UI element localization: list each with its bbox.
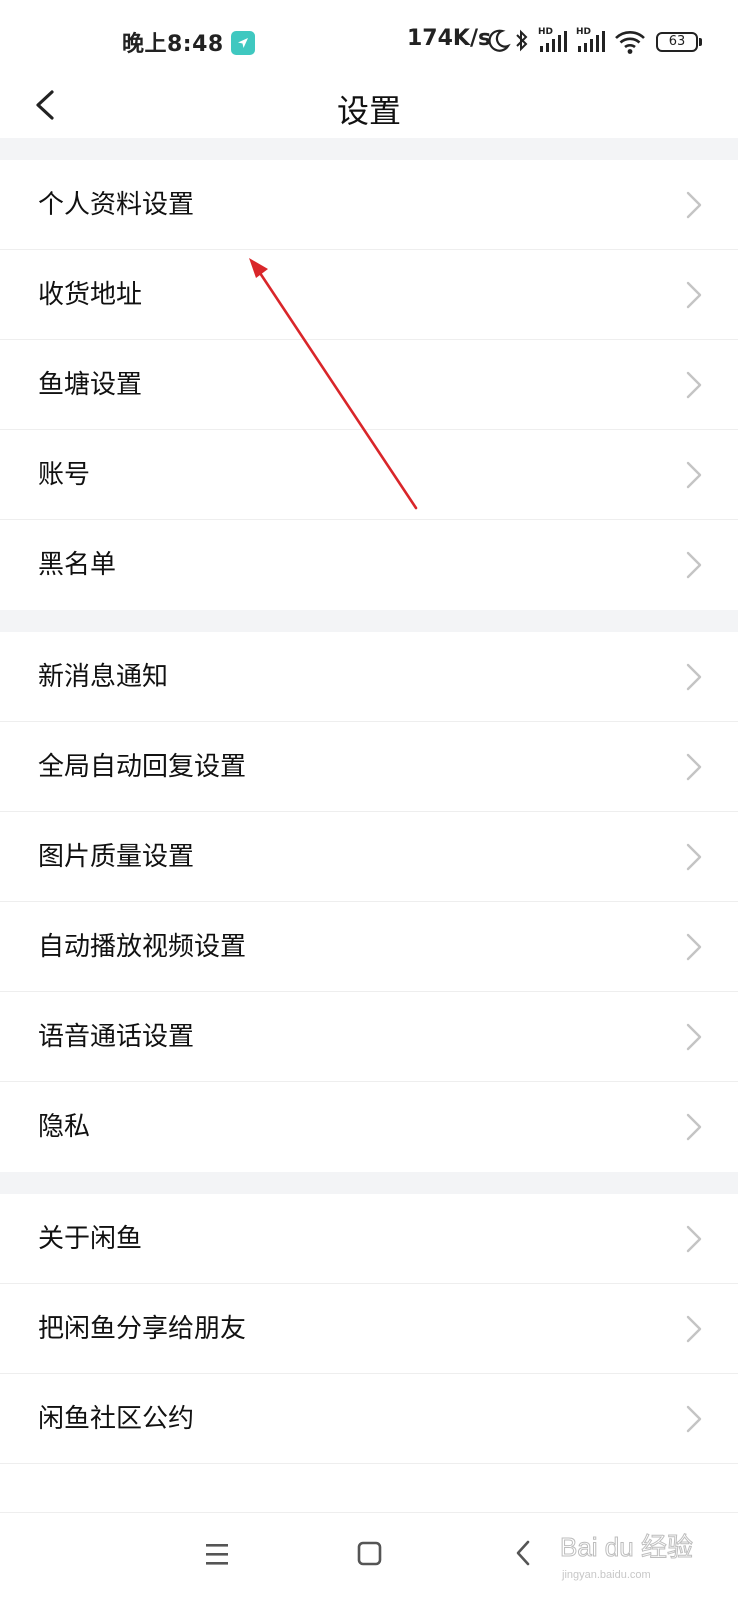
settings-item-label: 黑名单: [38, 550, 117, 580]
settings-item-label: 隐私: [38, 1112, 91, 1142]
chevron-right-icon: [686, 191, 702, 219]
page-title: 设置: [336, 92, 401, 130]
settings-item-account[interactable]: 账号: [0, 430, 738, 520]
settings-item-label: 收货地址: [38, 280, 143, 310]
chevron-left-icon: [36, 90, 54, 120]
settings-item-label: 图片质量设置: [38, 842, 195, 872]
chevron-right-icon: [686, 1113, 702, 1141]
chevron-right-icon: [686, 933, 702, 961]
status-bar: 晚上8:48 174K/s HD HD 63: [0, 0, 738, 84]
chevron-right-icon: [686, 1023, 702, 1051]
bluetooth-icon: [514, 28, 530, 58]
settings-list: 个人资料设置 收货地址 鱼塘设置 账号 黑名单 新消息通知 全局自动回复设置 图…: [0, 138, 738, 1464]
baidu-jingyan-watermark: Bai du 经验 jingyan.baidu.com: [560, 1532, 693, 1582]
settings-item-share[interactable]: 把闲鱼分享给朋友: [0, 1284, 738, 1374]
menu-icon: [206, 1544, 228, 1565]
signal-icon: [576, 30, 606, 58]
settings-item-label: 自动播放视频设置: [38, 932, 247, 962]
section-divider: [0, 138, 738, 160]
settings-screen: 晚上8:48 174K/s HD HD 63 设置 个人资料设置 收货地址 鱼塘…: [0, 0, 738, 1600]
home-button[interactable]: [339, 1513, 399, 1600]
settings-item-voice-call[interactable]: 语音通话设置: [0, 992, 738, 1082]
settings-item-label: 语音通话设置: [38, 1022, 195, 1052]
network-speed: 174K/s: [407, 26, 492, 51]
chevron-right-icon: [686, 1405, 702, 1433]
settings-item-label: 全局自动回复设置: [38, 752, 247, 782]
signal-icon: [538, 30, 568, 58]
settings-item-label: 关于闲鱼: [38, 1224, 143, 1254]
settings-item-notifications[interactable]: 新消息通知: [0, 632, 738, 722]
chevron-right-icon: [686, 1225, 702, 1253]
chevron-right-icon: [686, 843, 702, 871]
back-button[interactable]: [26, 84, 76, 138]
nav-bar: 设置: [0, 84, 738, 138]
status-time: 晚上8:48: [122, 32, 224, 57]
chevron-right-icon: [686, 371, 702, 399]
chevron-right-icon: [686, 551, 702, 579]
watermark-subtext: jingyan.baidu.com: [561, 1569, 651, 1581]
chevron-right-icon: [686, 461, 702, 489]
settings-item-fish-pond[interactable]: 鱼塘设置: [0, 340, 738, 430]
chevron-right-icon: [686, 1315, 702, 1343]
back-triangle-icon: [516, 1540, 530, 1566]
menu-button[interactable]: [186, 1513, 246, 1600]
settings-item-profile[interactable]: 个人资料设置: [0, 160, 738, 250]
battery-level: 63: [668, 34, 686, 49]
section-divider: [0, 610, 738, 632]
settings-item-blacklist[interactable]: 黑名单: [0, 520, 738, 610]
settings-item-label: 鱼塘设置: [38, 370, 143, 400]
location-icon: [231, 31, 255, 55]
settings-item-label: 闲鱼社区公约: [38, 1404, 195, 1434]
chevron-right-icon: [686, 753, 702, 781]
settings-item-community-rules[interactable]: 闲鱼社区公约: [0, 1374, 738, 1464]
settings-item-label: 把闲鱼分享给朋友: [38, 1314, 247, 1344]
settings-item-label: 账号: [38, 460, 91, 490]
home-square-icon: [357, 1541, 382, 1566]
watermark-text: Bai du 经验: [560, 1532, 693, 1562]
settings-item-about[interactable]: 关于闲鱼: [0, 1194, 738, 1284]
system-back-button[interactable]: [494, 1513, 554, 1600]
chevron-right-icon: [686, 663, 702, 691]
chevron-right-icon: [686, 281, 702, 309]
settings-item-image-quality[interactable]: 图片质量设置: [0, 812, 738, 902]
settings-item-autoplay-video[interactable]: 自动播放视频设置: [0, 902, 738, 992]
settings-item-label: 新消息通知: [38, 662, 169, 692]
moon-icon: [487, 28, 511, 58]
wifi-icon: [614, 29, 646, 59]
settings-item-privacy[interactable]: 隐私: [0, 1082, 738, 1172]
settings-item-shipping-address[interactable]: 收货地址: [0, 250, 738, 340]
battery-cap: [699, 38, 702, 46]
section-divider: [0, 1172, 738, 1194]
settings-item-label: 个人资料设置: [38, 190, 195, 220]
battery-icon: 63: [656, 32, 698, 52]
settings-item-auto-reply[interactable]: 全局自动回复设置: [0, 722, 738, 812]
